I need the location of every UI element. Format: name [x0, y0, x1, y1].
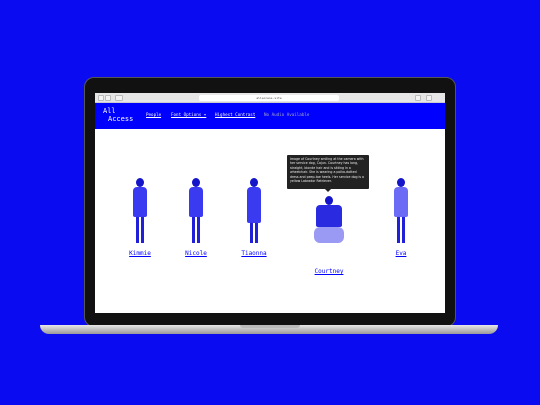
- back-button[interactable]: [98, 95, 104, 101]
- image-description-tooltip: Image of Courtney smiling at the camera …: [287, 155, 369, 192]
- person-name[interactable]: Nicole: [176, 250, 216, 257]
- forward-button[interactable]: [105, 95, 111, 101]
- share-icon[interactable]: [415, 95, 421, 101]
- person-card[interactable]: Nicole: [176, 178, 216, 257]
- person-name[interactable]: Kimmie: [120, 250, 160, 257]
- person-photo[interactable]: [234, 178, 274, 246]
- person-card[interactable]: Tiaonna: [234, 178, 274, 257]
- browser-toolbar: allaccess.site: [95, 93, 445, 103]
- browser-window: allaccess.site All Access People Font Opt…: [95, 93, 445, 313]
- person-card[interactable]: Kimmie: [120, 178, 160, 257]
- person-photo[interactable]: [381, 178, 421, 246]
- tabs-icon[interactable]: [426, 95, 432, 101]
- person-photo[interactable]: [120, 178, 160, 246]
- person-card[interactable]: Eva: [381, 178, 421, 257]
- person-name[interactable]: Courtney: [309, 268, 349, 275]
- person-name[interactable]: Tiaonna: [234, 250, 274, 257]
- logo[interactable]: All Access: [103, 107, 133, 123]
- address-bar[interactable]: allaccess.site: [199, 95, 339, 101]
- nav-highest-contrast[interactable]: Highest Contrast: [215, 112, 255, 117]
- nav-no-audio: No Audio Available: [264, 112, 310, 117]
- person-name[interactable]: Eva: [381, 250, 421, 257]
- person-card[interactable]: Courtney: [309, 178, 349, 275]
- laptop-notch: [240, 325, 300, 328]
- nav-people[interactable]: People: [146, 112, 161, 117]
- person-photo[interactable]: [309, 196, 349, 264]
- sidebar-icon[interactable]: [115, 95, 123, 101]
- person-photo[interactable]: [176, 178, 216, 246]
- site-header: All Access People Font Options ▾ Highest …: [95, 103, 445, 129]
- nav-font-options[interactable]: Font Options ▾: [171, 112, 206, 117]
